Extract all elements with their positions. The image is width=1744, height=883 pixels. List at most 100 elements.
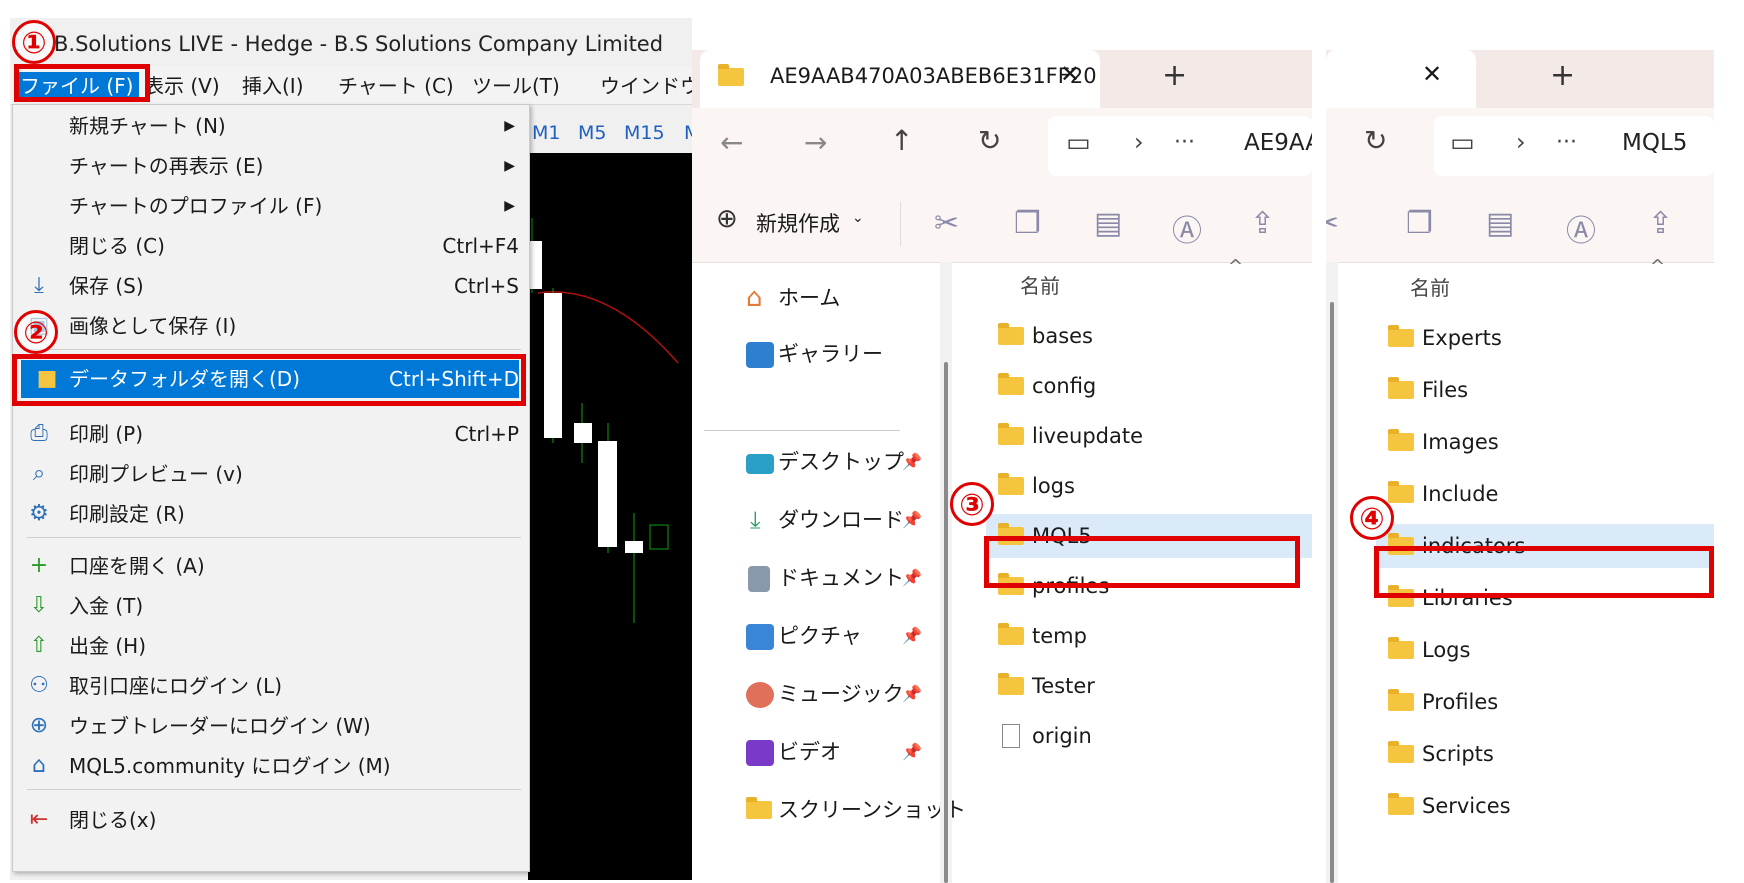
list-item[interactable]: config	[998, 364, 1312, 408]
pin-icon[interactable]: 📌	[902, 730, 922, 774]
nav-item-desktop[interactable]: デスクトップ 📌	[746, 440, 922, 484]
menu-item-login-account[interactable]: ⚇ 取引口座にログイン (L)	[13, 667, 529, 705]
menu-item-withdraw[interactable]: ⇧ 出金 (H)	[13, 627, 529, 665]
up-arrow-icon[interactable]: ↑	[890, 124, 913, 157]
rename-icon[interactable]: Ⓐ	[1172, 206, 1202, 250]
rename-icon[interactable]: Ⓐ	[1566, 206, 1596, 250]
nav-item-downloads[interactable]: ⤓ ダウンロード 📌	[746, 498, 922, 542]
list-item[interactable]: liveupdate	[998, 414, 1312, 458]
nav-item-screenshots[interactable]: スクリーンショット	[746, 788, 966, 832]
list-item[interactable]: Services	[1388, 784, 1714, 828]
tab-mql5[interactable]: ✕	[1326, 50, 1476, 108]
menu-item-print-preview[interactable]: ⌕ 印刷プレビュー (v)	[13, 455, 529, 493]
price-chart[interactable]	[524, 153, 692, 880]
cut-icon[interactable]: ✂	[934, 206, 959, 241]
refresh-icon[interactable]: ↻	[1364, 124, 1387, 157]
list-item[interactable]: Profiles	[1388, 680, 1714, 724]
menu-chart[interactable]: チャート (C)	[332, 72, 460, 100]
menu-window[interactable]: ウインドウ(W	[594, 72, 692, 100]
menu-item-login-webtrader[interactable]: ⊕ ウェブトレーダーにログイン (W)	[13, 707, 529, 745]
refresh-icon[interactable]: ↻	[978, 124, 1001, 157]
menu-item-save-as-image[interactable]: ▣画像として保存 (I)	[13, 307, 529, 345]
navigation-pane: ⌂ ホーム ギャラリー デスクトップ 📌 ⤓ ダウンロード 📌 ドキュメント 📌 ピクチャ…	[692, 262, 966, 883]
printer-icon: ⎙	[30, 421, 48, 446]
address-bar[interactable]: ▭ › ··· AE9AA	[1048, 116, 1312, 176]
menu-item-open-account[interactable]: + 口座を開く (A)	[13, 547, 529, 585]
nav-item-gallery[interactable]: ギャラリー	[746, 332, 883, 376]
sort-up-icon[interactable]: ^	[1228, 256, 1243, 277]
pin-icon[interactable]: 📌	[902, 614, 922, 658]
share-icon[interactable]: ⇪	[1648, 206, 1673, 241]
menu-item-close-chart[interactable]: 閉じる (C) Ctrl+F4	[13, 227, 529, 265]
menu-item-print-settings[interactable]: ⚙ 印刷設定 (R)	[13, 495, 529, 533]
timeframe-m1[interactable]: M1	[532, 122, 560, 144]
nav-item-home[interactable]: ⌂ ホーム	[746, 276, 840, 320]
timeframe-m5[interactable]: M5	[578, 122, 606, 144]
menu-item-chart-profile[interactable]: チャートのプロファイル (F) ▶	[13, 187, 529, 225]
paste-icon[interactable]: ▤	[1486, 206, 1514, 241]
copy-icon[interactable]: ❐	[1014, 206, 1041, 241]
timeframe-m15[interactable]: M15	[624, 122, 665, 144]
nav-scrollbar[interactable]	[940, 262, 952, 883]
menu-item-deposit[interactable]: ⇩ 入金 (T)	[13, 587, 529, 625]
new-tab-icon[interactable]: +	[1550, 58, 1575, 93]
menu-separator	[27, 537, 521, 538]
list-item[interactable]: logs	[998, 464, 1312, 508]
list-item[interactable]: bases	[998, 314, 1312, 358]
paste-icon[interactable]: ▤	[1094, 206, 1122, 241]
print-preview-icon: ⌕	[32, 461, 46, 486]
nav-item-pictures[interactable]: ピクチャ 📌	[746, 614, 922, 658]
path-segment[interactable]: AE9AA	[1244, 130, 1312, 156]
column-header-name[interactable]: 名前	[1020, 270, 1060, 299]
menu-item-exit[interactable]: ⇤ 閉じる(x)	[13, 801, 529, 839]
menu-item-save[interactable]: ⤓ 保存 (S) Ctrl+S	[13, 267, 529, 305]
copy-icon[interactable]: ❐	[1406, 206, 1433, 241]
close-tab-icon[interactable]: ✕	[1422, 60, 1442, 88]
tab-data-folder[interactable]: AE9AAB470A03ABEB6E31FF20 ✕	[700, 50, 1100, 108]
new-tab-icon[interactable]: +	[1162, 58, 1187, 93]
pin-icon[interactable]: 📌	[902, 672, 922, 716]
list-item[interactable]: Tester	[998, 664, 1312, 708]
list-item[interactable]: origin	[998, 714, 1312, 758]
list-item[interactable]: Images	[1388, 420, 1714, 464]
plus-circle-icon: ⊕	[716, 204, 738, 234]
menu-view[interactable]: 表示 (V)	[138, 72, 226, 100]
menu-item-login-mql5[interactable]: ⌂ MQL5.community にログイン (M)	[13, 747, 529, 785]
column-header-name[interactable]: 名前	[1410, 272, 1450, 301]
sort-up-icon[interactable]: ^	[1650, 256, 1665, 277]
forward-arrow-icon[interactable]: →	[804, 126, 827, 159]
pin-icon[interactable]: 📌	[902, 440, 922, 484]
computer-icon: ▭	[1066, 128, 1091, 158]
path-segment[interactable]: MQL5	[1622, 130, 1687, 156]
nav-item-videos[interactable]: ビデオ 📌	[746, 730, 922, 774]
list-item[interactable]: Files	[1388, 368, 1714, 412]
close-tab-icon[interactable]: ✕	[1060, 60, 1080, 88]
menu-item-redisplay-chart[interactable]: チャートの再表示 (E) ▶	[13, 147, 529, 185]
list-item[interactable]: Logs	[1388, 628, 1714, 672]
timeframe-more[interactable]: M	[684, 122, 692, 144]
list-item[interactable]: Experts	[1388, 316, 1714, 360]
menu-item-new-chart[interactable]: 新規チャート (N) ▶	[13, 107, 529, 145]
menu-insert[interactable]: 挿入(I)	[236, 72, 310, 100]
menu-item-print[interactable]: ⎙ 印刷 (P) Ctrl+P	[13, 415, 529, 453]
highlight-open-data-folder	[12, 354, 526, 406]
back-arrow-icon[interactable]: ←	[720, 126, 743, 159]
home-icon: ⌂	[746, 283, 763, 313]
share-icon[interactable]: ⇪	[1250, 206, 1275, 241]
more-path-icon[interactable]: ···	[1174, 130, 1195, 155]
nav-item-music[interactable]: ミュージック 📌	[746, 672, 922, 716]
nav-item-documents[interactable]: ドキュメント 📌	[746, 556, 922, 600]
list-item[interactable]: Include	[1388, 472, 1714, 516]
submenu-arrow-icon: ▶	[504, 158, 515, 174]
address-bar[interactable]: ▭ › ··· MQL5	[1434, 116, 1714, 176]
more-path-icon[interactable]: ···	[1556, 130, 1577, 155]
pin-icon[interactable]: 📌	[902, 556, 922, 600]
menu-tools[interactable]: ツール(T)	[466, 72, 566, 100]
list-item[interactable]: temp	[998, 614, 1312, 658]
nav-scrollbar[interactable]	[1326, 262, 1338, 883]
folder-icon	[718, 64, 744, 86]
pin-icon[interactable]: 📌	[902, 498, 922, 542]
cut-icon[interactable]: ✂	[1326, 206, 1339, 241]
computer-icon: ▭	[1450, 128, 1475, 158]
list-item[interactable]: Scripts	[1388, 732, 1714, 776]
